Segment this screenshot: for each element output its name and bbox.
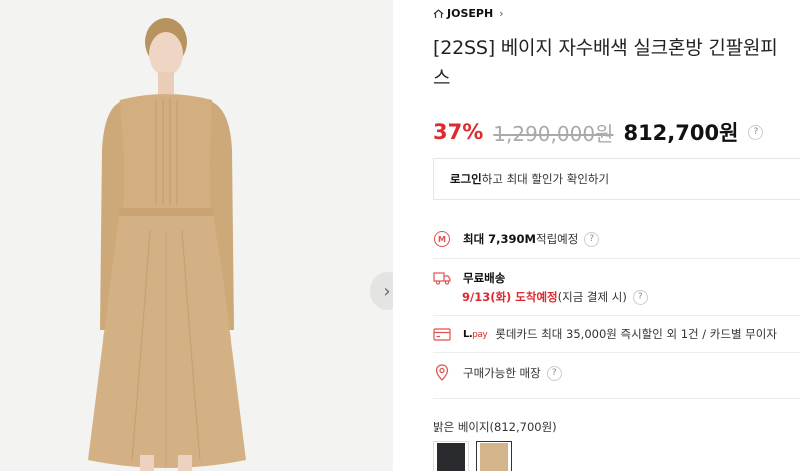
shipping-row: 무료배송 xyxy=(433,269,800,287)
original-price: 1,290,000원 xyxy=(493,121,614,146)
chevron-right-icon: › xyxy=(383,280,391,302)
store-row[interactable]: 구매가능한 매장 ? xyxy=(433,364,800,382)
card-benefit-row[interactable]: L.pay 롯데카드 최대 35,000원 즉시할인 외 1건 / 카드별 무이… xyxy=(433,325,800,343)
discount-rate: 37% xyxy=(433,120,484,144)
store-label: 구매가능한 매장 xyxy=(463,366,541,380)
divider xyxy=(433,352,800,353)
login-link[interactable]: 로그인 xyxy=(450,171,482,187)
card-benefit-text: 롯데카드 최대 35,000원 즉시할인 외 1건 / 카드별 무이자 xyxy=(495,327,777,341)
login-discount-prompt[interactable]: 로그인 하고 최대 할인가 확인하기 xyxy=(433,158,800,200)
selected-color-label: 밝은 베이지(812,700원) xyxy=(433,420,557,434)
delivery-note: (지금 결제 시) xyxy=(557,290,627,304)
delivery-date-row: 9/13(화) 도착예정 (지금 결제 시) ? xyxy=(433,289,800,305)
points-help-icon[interactable]: ? xyxy=(584,231,600,247)
location-pin-icon xyxy=(433,364,451,382)
mileage-icon: M xyxy=(433,230,451,248)
color-swatch-light-beige[interactable] xyxy=(476,441,512,471)
home-outline-icon xyxy=(433,8,444,18)
color-swatch-list xyxy=(433,441,512,471)
product-image-gallery[interactable]: › xyxy=(0,0,393,471)
delivery-help-icon[interactable]: ? xyxy=(632,289,648,305)
product-title: [22SS] 베이지 자수배색 실크혼방 긴팔원피스 xyxy=(433,37,778,89)
shipping-title: 무료배송 xyxy=(463,271,506,285)
brand-name: JOSEPH xyxy=(447,7,494,20)
color-swatch-black[interactable] xyxy=(433,441,469,471)
points-amount: 최대 7,390M xyxy=(463,232,536,246)
product-info-panel: JOSEPH › [22SS] 베이지 자수배색 실크혼방 긴팔원피스 37% … xyxy=(433,0,800,471)
price-help-icon[interactable]: ? xyxy=(748,124,764,140)
delivery-date: 9/13(화) 도착예정 xyxy=(462,290,558,304)
divider xyxy=(433,258,800,259)
store-help-icon[interactable]: ? xyxy=(546,365,562,381)
price-row: 37% 1,290,000원 812,700원 ? xyxy=(433,117,764,147)
truck-icon xyxy=(433,269,451,287)
divider xyxy=(433,315,800,316)
lpay-logo: L.pay xyxy=(463,328,488,340)
product-photo xyxy=(0,0,393,471)
divider xyxy=(433,398,800,399)
chevron-right-icon: › xyxy=(499,7,504,20)
brand-link[interactable]: JOSEPH › xyxy=(433,7,504,20)
points-label: 적립예정 xyxy=(535,232,579,246)
login-prompt-text: 하고 최대 할인가 확인하기 xyxy=(481,172,610,186)
points-row: M 최대 7,390M 적립예정 ? xyxy=(433,230,800,248)
credit-card-icon xyxy=(433,325,451,343)
sale-price: 812,700원 xyxy=(623,121,739,145)
